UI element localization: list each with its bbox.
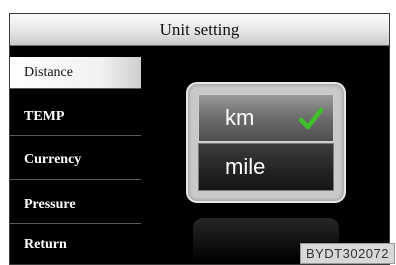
divider: [10, 88, 141, 89]
menu-item-return[interactable]: Return: [10, 229, 141, 260]
unit-setting-screen: Unit setting Distance TEMP Currency Pres…: [9, 13, 390, 265]
menu-item-label: Return: [24, 236, 67, 252]
title-bar: Unit setting: [10, 14, 389, 46]
menu-item-temp[interactable]: TEMP: [10, 101, 141, 132]
menu-item-distance[interactable]: Distance: [10, 57, 141, 88]
divider: [10, 135, 141, 136]
menu-item-label: Pressure: [24, 196, 76, 212]
option-mile[interactable]: mile: [198, 143, 334, 191]
unit-picker: km mile: [186, 82, 346, 203]
option-label: km: [225, 105, 255, 130]
menu-item-label: Distance: [24, 64, 73, 80]
menu-item-currency[interactable]: Currency: [10, 144, 141, 175]
watermark: BYDT302072: [299, 243, 395, 264]
option-label: mile: [225, 154, 266, 179]
checkmark-icon: [298, 107, 324, 130]
option-km[interactable]: km: [198, 94, 334, 142]
page-title: Unit setting: [159, 19, 240, 39]
divider: [10, 179, 141, 180]
menu-item-label: Currency: [24, 151, 82, 167]
menu-item-pressure[interactable]: Pressure: [10, 189, 141, 220]
menu-item-label: TEMP: [24, 108, 65, 124]
divider: [10, 223, 141, 224]
